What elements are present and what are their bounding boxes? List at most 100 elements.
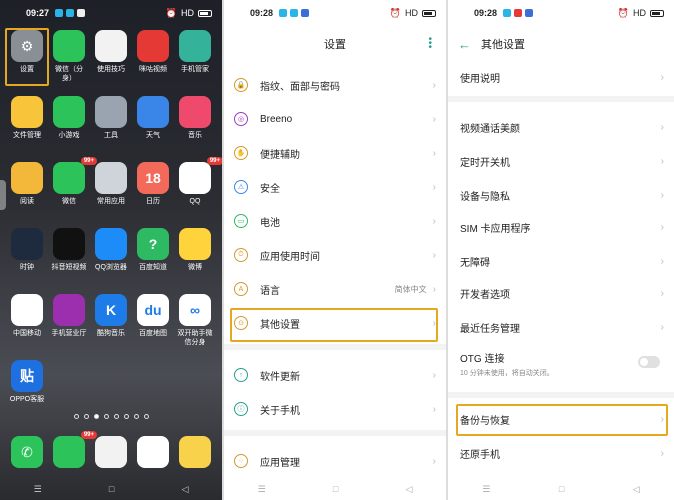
app-tools[interactable]: 工具 (90, 96, 132, 154)
menu-icon[interactable]: ☰ (482, 484, 490, 495)
settings-item-9[interactable]: ⓘ 关于手机 › (224, 394, 446, 424)
page-dot-active[interactable] (93, 414, 99, 419)
app-label: 日历 (146, 198, 160, 205)
settings-item-8[interactable]: ↑ 软件更新 › (224, 360, 446, 390)
settings-item-10[interactable]: ⁘ 应用管理 › (224, 446, 446, 476)
app-weather[interactable]: 天气 (132, 96, 174, 154)
app-reading[interactable]: 阅读 (6, 162, 48, 220)
app-clock[interactable]: 时钟 (6, 228, 48, 286)
other-item-7[interactable]: 最近任务管理 › (448, 312, 674, 342)
menu-icon[interactable]: ☰ (258, 484, 266, 495)
app-mini-games[interactable]: 小游戏 (48, 96, 90, 154)
app-label: 咪咕视频 (139, 66, 167, 73)
page-dot[interactable] (103, 414, 109, 419)
dock-app-browser[interactable] (132, 436, 174, 476)
settings-item-5[interactable]: ⏱ 应用使用时间 › (224, 240, 446, 270)
app-wechat-clone[interactable]: 微信（分 身） (48, 30, 90, 88)
settings-item-1[interactable]: ◎ Breeno › (224, 104, 446, 134)
notification-icon (55, 9, 64, 17)
page-dot[interactable] (133, 414, 139, 419)
app-wechat[interactable]: 99+ 微信 (48, 157, 97, 220)
app-label: 使用技巧 (97, 66, 125, 73)
app-qq[interactable]: 99+ QQ (174, 157, 222, 220)
settings-item-3[interactable]: ⚠ 安全 › (224, 172, 446, 202)
app-miguvideo[interactable]: 咪咕视频 (132, 30, 174, 88)
app-china-mobile[interactable]: 中国移动 (6, 294, 48, 352)
page-dot[interactable] (113, 414, 119, 419)
app-dual-open[interactable]: ∞ 双开助手微 信分身 (174, 294, 216, 352)
battery-icon (650, 9, 664, 17)
otg-connection-row[interactable]: OTG 连接 10 分钟未使用，将自动关闭。 (448, 344, 674, 384)
settings-item-6[interactable]: A 语言 简体中文 › (224, 274, 446, 304)
back-icon[interactable]: ◁ (181, 484, 188, 495)
clock-icon (11, 228, 43, 260)
chevron-right-icon: › (432, 369, 436, 381)
other-item-1[interactable]: 视频通话美颜 › (448, 112, 674, 142)
notification-badge: 99+ (206, 157, 222, 165)
app-baidu-zhidao[interactable]: ? 百度知道 (132, 228, 174, 286)
app-phone-manager[interactable]: 手机管家 (174, 30, 216, 88)
menu-icon[interactable]: ☰ (34, 484, 42, 495)
reset-phone-row[interactable]: 还原手机 › (448, 438, 674, 468)
page-dot[interactable] (143, 414, 149, 419)
other-item-label: 最近任务管理 (460, 323, 520, 335)
app-common-apps[interactable]: 常用应用 (90, 162, 132, 220)
back-icon[interactable]: ◁ (633, 484, 640, 495)
other-item-label: 定时开关机 (460, 157, 510, 169)
other-item-3[interactable]: 设备与隐私 › (448, 180, 674, 210)
more-options-icon[interactable]: • • • (428, 35, 432, 53)
signal-label: HD (405, 8, 418, 18)
back-arrow-icon[interactable]: ← (458, 37, 471, 52)
app-kugou-music[interactable]: K 酷狗音乐 (90, 294, 132, 352)
otg-toggle[interactable] (638, 356, 660, 368)
dock-app-camera[interactable] (90, 436, 132, 476)
app-file-manager[interactable]: 文件管理 (6, 96, 48, 154)
dock-app-phone[interactable]: ✆ (6, 436, 48, 476)
other-item-2[interactable]: 定时开关机 › (448, 146, 674, 176)
other-item-6[interactable]: 开发者选项 › (448, 278, 674, 308)
other-item-label: 视频通话美颜 (460, 123, 520, 135)
app-label: 阅读 (20, 198, 34, 205)
chevron-right-icon: › (432, 181, 436, 193)
page-dot[interactable] (73, 414, 79, 419)
app-tips[interactable]: 使用技巧 (90, 30, 132, 88)
settings-item-2[interactable]: ✋ 便捷辅助 › (224, 138, 446, 168)
app-mobile-hall[interactable]: 手机营业厅 (48, 294, 90, 352)
home-icon[interactable]: □ (333, 484, 338, 494)
dock-app-messages[interactable]: 99+ (48, 431, 97, 476)
settings-item-label: 语言 (260, 285, 280, 297)
chevron-right-icon: › (432, 113, 436, 125)
other-item-0[interactable]: 使用说明 › (448, 62, 674, 92)
settings-item-4[interactable]: ▭ 电池 › (224, 206, 446, 236)
home-icon[interactable]: □ (109, 484, 114, 494)
page-dot[interactable] (83, 414, 89, 419)
settings-item-icon: ⏱ (234, 248, 248, 262)
settings-item-label: 便捷辅助 (260, 149, 300, 161)
dock-app-notes[interactable] (174, 436, 216, 476)
back-icon[interactable]: ◁ (405, 484, 412, 495)
section-divider (448, 96, 674, 102)
app-label: 百度地图 (139, 330, 167, 337)
battery-icon (422, 9, 436, 17)
app-douyin[interactable]: 抖音短视频 (48, 228, 90, 286)
page-dot[interactable] (123, 414, 129, 419)
app-calendar[interactable]: 18 日历 (132, 162, 174, 220)
settings-item-0[interactable]: 🔒 指纹、面部与密码 › (224, 70, 446, 100)
settings-item-label: 软件更新 (260, 371, 300, 383)
other-item-5[interactable]: 无障碍 › (448, 246, 674, 276)
app-label: 百度知道 (139, 264, 167, 271)
app-label: 中国移动 (13, 330, 41, 337)
other-item-4[interactable]: SIM 卡应用程序 › (448, 212, 674, 242)
app-weibo[interactable]: 微博 (174, 228, 216, 286)
alarm-icon: ⏰ (617, 7, 629, 18)
settings-item-label: 安全 (260, 183, 280, 195)
app-oppo-service[interactable]: 贴 OPPO客服 (6, 360, 48, 418)
app-baidu-map[interactable]: du 百度地图 (132, 294, 174, 352)
app-qq-browser[interactable]: QQ浏览器 (90, 228, 132, 286)
app-music[interactable]: 音乐 (174, 96, 216, 154)
app-label: OPPO客服 (9, 396, 45, 403)
home-icon[interactable]: □ (559, 484, 564, 494)
side-handle[interactable] (0, 180, 6, 210)
signal-label: HD (633, 8, 646, 18)
status-time: 09:28 (474, 8, 498, 18)
